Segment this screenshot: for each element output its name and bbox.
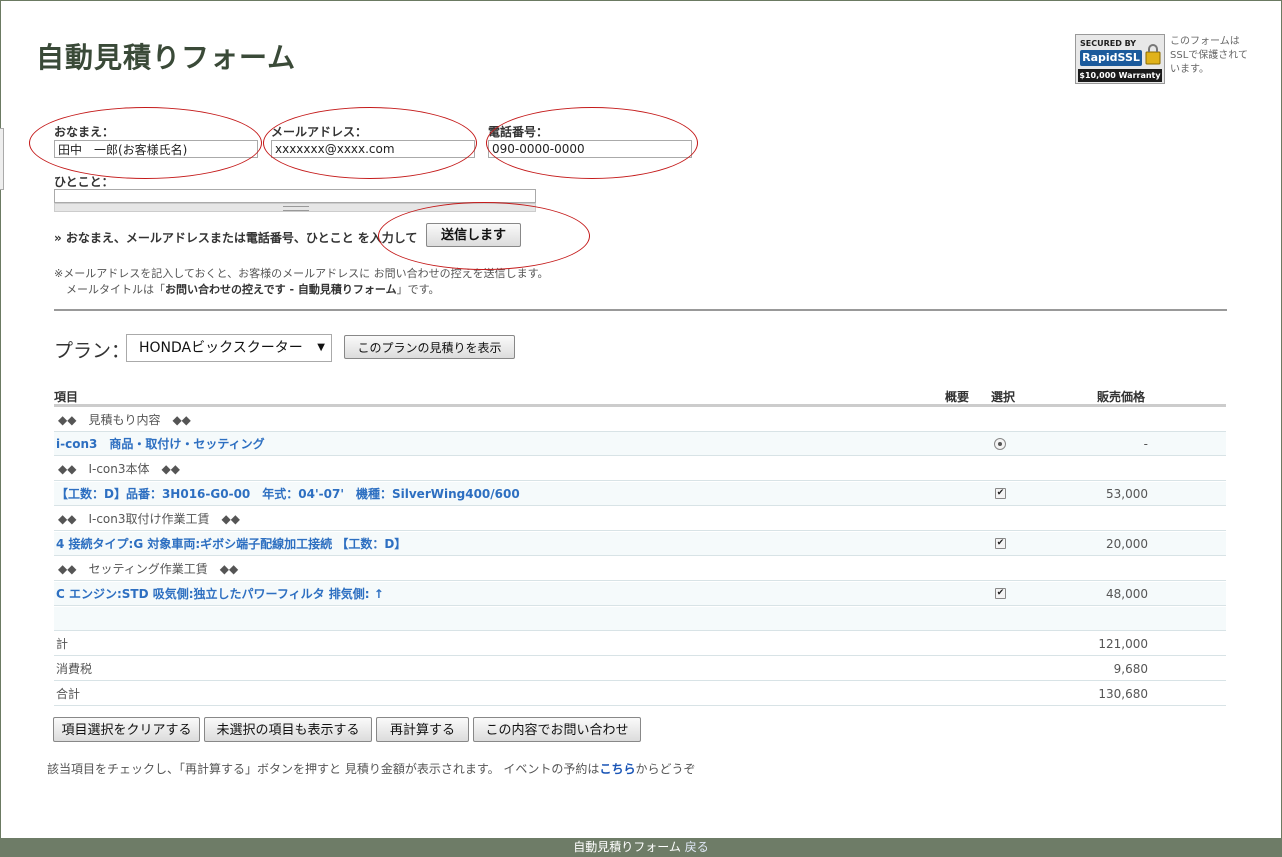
name-label: おなまえ： (54, 125, 115, 139)
total-value: 121,000 (1098, 637, 1148, 651)
footer-bar: 自動見積りフォーム 戻る (0, 838, 1282, 857)
table-row: 4 接続タイプ:G 対象車両:ギボシ端子配線加工接続 【工数：D】 ✔ 20,0… (54, 532, 1226, 556)
table-row: ◆◆ I-con3取付け作業工賃 ◆◆ (54, 507, 1226, 531)
email-note-line1: ※メールアドレスを記入しておくと、お客様のメールアドレスに お問い合わせの控えを… (54, 267, 549, 280)
item-checkbox[interactable]: ✔ (995, 588, 1006, 599)
footer-note: 該当項目をチェックし、「再計算する」ボタンを押すと 見積り金額が表示されます。 … (47, 760, 695, 777)
row-price: 53,000 (1106, 487, 1148, 501)
comment-label: ひとこと： (54, 175, 114, 189)
ssl-badge-brand: RapidSSL (1080, 50, 1142, 66)
note-prefix: メールタイトルは「 (66, 283, 165, 296)
total-label: 計 (56, 637, 69, 651)
note-suffix: 」です。 (396, 283, 440, 296)
instruction-text: » おなまえ、メールアドレスまたは電話番号、ひとこと を入力して (54, 231, 418, 245)
ssl-badge[interactable]: SECURED BY RapidSSL $10,000 Warranty (1075, 34, 1165, 84)
row-text: ◆◆ I-con3取付け作業工賃 ◆◆ (58, 512, 240, 526)
show-plan-button[interactable]: このプランの見積りを表示 (344, 335, 515, 359)
table-row-blank (54, 607, 1226, 631)
row-text: C エンジン:STD 吸気側:独立したパワーフィルタ 排気側: ↑ (56, 587, 384, 601)
grand-total-row: 合計 130,680 (54, 682, 1226, 706)
header-summary: 概要 (945, 390, 970, 404)
row-price: 48,000 (1106, 587, 1148, 601)
email-input[interactable] (271, 140, 475, 158)
header-divider (54, 404, 1226, 407)
item-checkbox[interactable]: ✔ (995, 538, 1006, 549)
email-note-line2: メールタイトルは「お問い合わせの控えです - 自動見積りフォーム」です。 (66, 281, 439, 297)
phone-input[interactable] (488, 140, 692, 158)
row-text: 【工数：D】品番：3H016-G0-00 年式：04'-07' 機種：Silve… (56, 487, 520, 501)
comment-textarea[interactable] (54, 189, 536, 203)
footer-bar-title: 自動見積りフォーム (573, 840, 681, 854)
row-price: 20,000 (1106, 537, 1148, 551)
submit-button[interactable]: 送信します (426, 223, 521, 247)
tax-label: 消費税 (56, 662, 93, 676)
dropdown-arrow-icon: ▼ (317, 342, 325, 353)
table-row: ◆◆ 見積もり内容 ◆◆ (54, 408, 1226, 432)
inquire-button[interactable]: この内容でお問い合わせ (473, 717, 641, 742)
textarea-resize-handle[interactable] (54, 203, 536, 212)
header-select: 選択 (991, 390, 1016, 404)
show-unselected-button[interactable]: 未選択の項目も表示する (204, 717, 372, 742)
plan-selected-value: HONDAビックスクーター (139, 340, 303, 356)
email-label: メールアドレス： (271, 125, 368, 139)
section-divider (54, 309, 1227, 311)
plan-select[interactable]: HONDAビックスクーター ▼ (126, 334, 332, 362)
clear-selection-button[interactable]: 項目選択をクリアする (53, 717, 200, 742)
row-text: i-con3 商品・取付け・セッティング (56, 437, 265, 451)
footer-note-suffix: からどうぞ (635, 762, 696, 776)
ssl-note: このフォームはSSLで保護されています。 (1170, 36, 1248, 75)
item-radio[interactable] (994, 438, 1006, 450)
total-row: 計 121,000 (54, 632, 1226, 656)
tax-row: 消費税 9,680 (54, 657, 1226, 681)
table-row: C エンジン:STD 吸気側:独立したパワーフィルタ 排気側: ↑ ✔ 48,0… (54, 582, 1226, 606)
table-row: ◆◆ I-con3本体 ◆◆ (54, 457, 1226, 481)
ssl-badge-warranty: $10,000 Warranty (1078, 69, 1162, 82)
header-item: 項目 (54, 390, 79, 404)
left-edge-tab (0, 128, 4, 190)
table-row: i-con3 商品・取付け・セッティング - (54, 432, 1226, 456)
name-input[interactable] (54, 140, 258, 158)
grand-total-label: 合計 (56, 687, 81, 701)
row-price: - (1143, 437, 1148, 451)
row-text: ◆◆ I-con3本体 ◆◆ (58, 462, 180, 476)
row-text: 4 接続タイプ:G 対象車両:ギボシ端子配線加工接続 【工数：D】 (56, 537, 407, 551)
footer-note-text: 該当項目をチェックし、「再計算する」ボタンを押すと 見積り金額が表示されます。 … (47, 762, 600, 776)
lock-icon (1145, 44, 1161, 65)
grand-total-value: 130,680 (1098, 687, 1148, 701)
event-reservation-link[interactable]: こちら (599, 762, 635, 776)
tax-value: 9,680 (1113, 662, 1148, 676)
row-text: ◆◆ セッティング作業工賃 ◆◆ (58, 562, 239, 576)
table-row: 【工数：D】品番：3H016-G0-00 年式：04'-07' 機種：Silve… (54, 482, 1226, 506)
header-price: 販売価格 (1097, 390, 1146, 404)
row-text: ◆◆ 見積もり内容 ◆◆ (58, 413, 191, 427)
plan-label: プラン： (54, 340, 131, 362)
page-title: 自動見積りフォーム (36, 41, 297, 74)
phone-label: 電話番号： (488, 125, 549, 139)
recalculate-button[interactable]: 再計算する (376, 717, 469, 742)
ssl-badge-top: SECURED BY (1080, 39, 1137, 48)
note-mail-title: お問い合わせの控えです - 自動見積りフォーム (165, 283, 397, 296)
item-checkbox[interactable]: ✔ (995, 488, 1006, 499)
table-row: ◆◆ セッティング作業工賃 ◆◆ (54, 557, 1226, 581)
back-link[interactable]: 戻る (685, 840, 709, 854)
